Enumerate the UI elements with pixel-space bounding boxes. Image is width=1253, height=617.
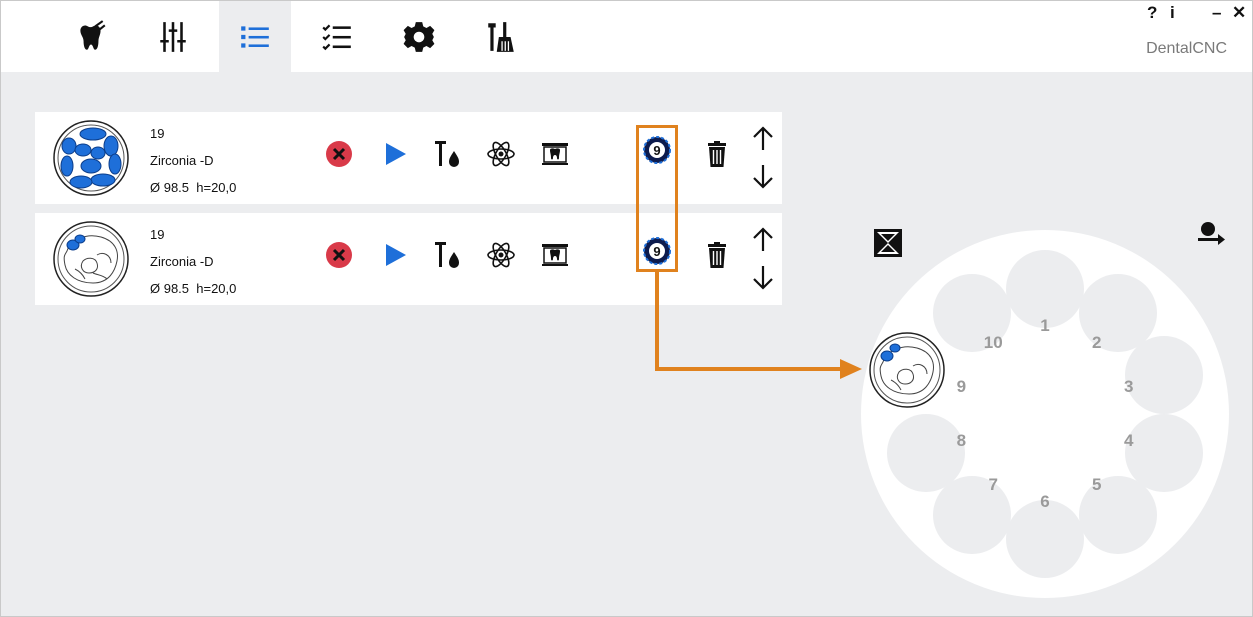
changer-slot-3[interactable] — [1124, 336, 1203, 415]
cancel-job-button[interactable] — [323, 239, 355, 271]
trash-icon — [708, 141, 726, 167]
swap-disc-icon[interactable] — [873, 228, 903, 258]
tooth-view-button[interactable] — [539, 239, 571, 271]
maintenance-button[interactable] — [465, 1, 537, 72]
cancel-icon — [326, 242, 352, 268]
tooth-frame-icon — [542, 143, 568, 165]
annotation-arrowhead — [840, 359, 862, 379]
job-dimensions: Ø 98.5 h=20,0 — [150, 180, 237, 195]
annotation-arrow-line — [655, 272, 659, 370]
sliders-icon — [160, 21, 186, 52]
changer-slot-number: 1 — [1040, 316, 1050, 335]
changer-slot-8[interactable] — [887, 413, 966, 492]
strategy-button[interactable] — [485, 239, 517, 271]
job-number: 19 — [150, 126, 165, 141]
job-dimensions: Ø 98.5 h=20,0 — [150, 281, 237, 296]
help-button[interactable]: ? — [1147, 3, 1157, 23]
play-icon — [386, 143, 406, 165]
tool-coolant-icon — [435, 141, 459, 167]
unload-user-icon[interactable] — [1196, 220, 1226, 248]
start-job-button[interactable] — [379, 239, 411, 271]
checklist-button[interactable] — [301, 1, 373, 72]
job-number: 19 — [150, 227, 165, 242]
changer-slot-number: 4 — [1123, 431, 1134, 451]
changer-slot-number: 9 — [956, 376, 967, 396]
close-button[interactable]: ✕ — [1232, 3, 1246, 23]
delete-job-button[interactable] — [701, 138, 733, 170]
trash-icon — [708, 242, 726, 268]
slot-highlight-box — [636, 125, 678, 272]
atom-icon — [487, 141, 515, 167]
changer-slot-number: 5 — [1091, 475, 1102, 495]
milled-disc-thumbnail — [53, 120, 129, 196]
brand-label: DentalCNC — [1146, 40, 1227, 57]
gear-icon — [403, 21, 435, 52]
disc-thumbnail — [53, 221, 129, 297]
checklist-icon — [322, 24, 351, 50]
settings-button[interactable] — [383, 1, 455, 72]
play-icon — [386, 244, 406, 266]
changer-slot-number: 8 — [956, 431, 967, 451]
loaded-disc[interactable] — [869, 332, 945, 408]
start-job-button[interactable] — [379, 138, 411, 170]
annotation-arrow-line — [655, 367, 843, 371]
move-down-button[interactable] — [747, 160, 779, 192]
tooth-view-button[interactable] — [539, 138, 571, 170]
changer-slot-number: 3 — [1123, 376, 1134, 396]
move-down-button[interactable] — [747, 261, 779, 293]
arrow-down-icon — [753, 266, 773, 290]
changer-slot-number: 6 — [1040, 492, 1050, 511]
tooth-tool-button[interactable] — [55, 1, 127, 72]
move-up-button[interactable] — [747, 224, 779, 256]
tool-coolant-icon — [435, 242, 459, 268]
delete-job-button[interactable] — [701, 239, 733, 271]
top-toolbar: ? i – ✕ DentalCNC — [1, 1, 1252, 72]
cancel-job-button[interactable] — [323, 138, 355, 170]
strategy-button[interactable] — [485, 138, 517, 170]
info-button[interactable]: i — [1170, 3, 1175, 23]
tool-coolant-button[interactable] — [431, 239, 463, 271]
minimize-button[interactable]: – — [1212, 3, 1221, 23]
arrow-up-icon — [753, 227, 773, 251]
tool-coolant-button[interactable] — [431, 138, 463, 170]
changer-slot-number: 7 — [988, 475, 998, 495]
tooth-frame-icon — [542, 244, 568, 266]
tooth-tool-icon — [80, 19, 106, 50]
sliders-button[interactable] — [137, 1, 209, 72]
changer-slot-number: 10 — [983, 332, 1003, 352]
move-up-button[interactable] — [747, 123, 779, 155]
cancel-icon — [326, 141, 352, 167]
maintenance-tools-icon — [488, 21, 514, 52]
job-material: Zirconia -D — [150, 153, 214, 168]
job-list-button[interactable] — [219, 1, 291, 72]
atom-icon — [487, 242, 515, 268]
changer-slot-number: 2 — [1091, 332, 1102, 352]
list-icon — [241, 25, 269, 48]
job-material: Zirconia -D — [150, 254, 214, 269]
arrow-up-icon — [753, 126, 773, 150]
arrow-down-icon — [753, 165, 773, 189]
